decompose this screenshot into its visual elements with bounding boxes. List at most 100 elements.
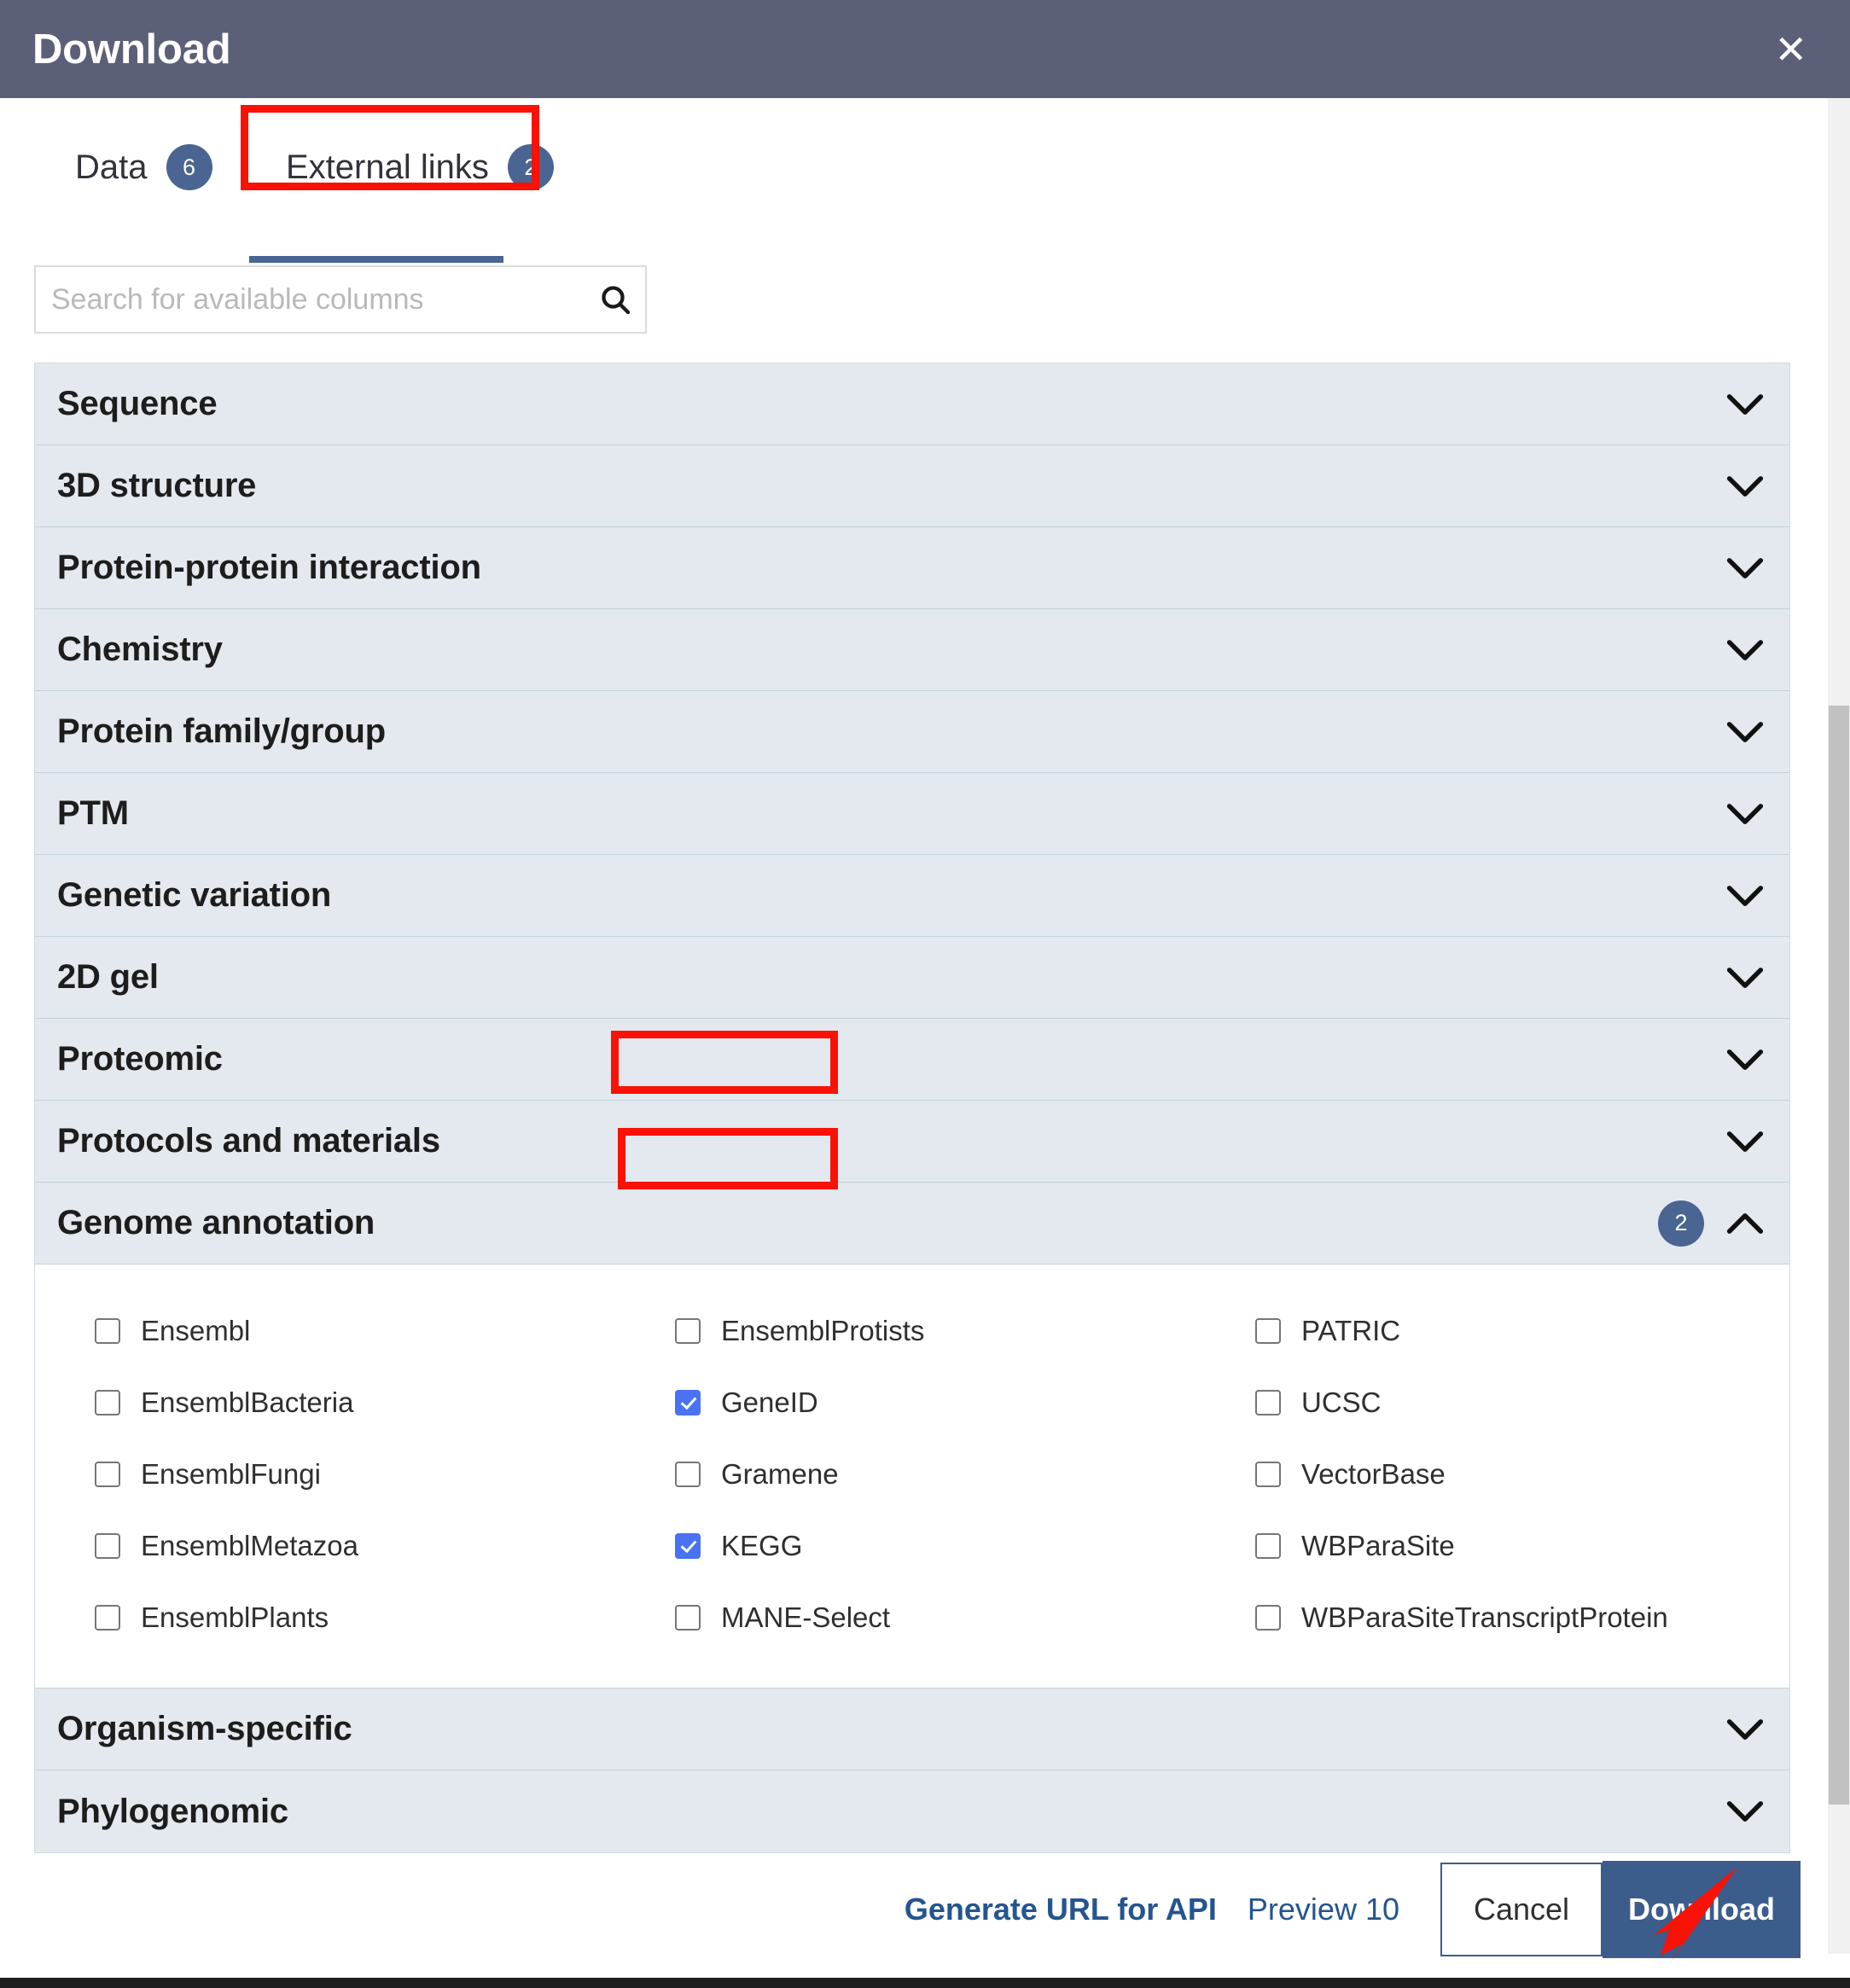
search-icon[interactable] bbox=[585, 282, 645, 317]
checkbox-label: EnsemblPlants bbox=[141, 1601, 329, 1633]
checkbox-ensemblfungi[interactable]: EnsemblFungi bbox=[88, 1439, 668, 1510]
checkbox-box[interactable] bbox=[95, 1605, 120, 1631]
checkbox-box[interactable] bbox=[1255, 1533, 1281, 1559]
checkbox-wbparasitetranscriptprotein[interactable]: WBParaSiteTranscriptProtein bbox=[1248, 1582, 1789, 1654]
chevron-down-icon[interactable] bbox=[1726, 885, 1764, 907]
checkbox-box[interactable] bbox=[675, 1390, 701, 1415]
download-button[interactable]: Download bbox=[1603, 1861, 1801, 1958]
checkbox-ensemblprotists[interactable]: EnsemblProtists bbox=[668, 1295, 1248, 1367]
chevron-down-icon[interactable] bbox=[1726, 557, 1764, 579]
checkbox-label: EnsemblFungi bbox=[141, 1458, 321, 1490]
genome-annotation-options-grid: Ensembl EnsemblProtists PATRIC EnsemblBa… bbox=[35, 1295, 1789, 1654]
checkbox-wbparasite[interactable]: WBParaSite bbox=[1248, 1510, 1789, 1582]
chevron-up-icon[interactable] bbox=[1726, 1212, 1764, 1235]
checkbox-box[interactable] bbox=[95, 1462, 120, 1487]
section-header-3d-structure[interactable]: 3D structure bbox=[35, 445, 1789, 527]
section-controls bbox=[1726, 557, 1764, 579]
tab-data-label: Data bbox=[75, 148, 148, 186]
section-header-chemistry[interactable]: Chemistry bbox=[35, 609, 1789, 691]
checkbox-mane-select[interactable]: MANE-Select bbox=[668, 1582, 1248, 1654]
section-header-protein-protein-interaction[interactable]: Protein-protein interaction bbox=[35, 527, 1789, 609]
tab-external-links[interactable]: External links 2 bbox=[243, 117, 596, 218]
section-controls: 2 bbox=[1658, 1200, 1764, 1247]
tab-external-links-badge: 2 bbox=[507, 144, 554, 190]
section-header-protein-family-group[interactable]: Protein family/group bbox=[35, 691, 1789, 773]
checkbox-ensemblplants[interactable]: EnsemblPlants bbox=[88, 1582, 668, 1654]
section-controls bbox=[1726, 885, 1764, 907]
checkbox-box[interactable] bbox=[95, 1390, 120, 1415]
checkbox-box[interactable] bbox=[1255, 1462, 1281, 1487]
page-title: Download bbox=[32, 26, 231, 73]
scrollbar-track[interactable] bbox=[1828, 98, 1850, 1954]
cancel-button[interactable]: Cancel bbox=[1440, 1863, 1603, 1956]
section-title: Phylogenomic bbox=[57, 1792, 288, 1830]
checkbox-vectorbase[interactable]: VectorBase bbox=[1248, 1439, 1789, 1510]
chevron-down-icon[interactable] bbox=[1726, 967, 1764, 989]
section-header-ptm[interactable]: PTM bbox=[35, 773, 1789, 855]
tab-data[interactable]: Data 6 bbox=[70, 117, 218, 218]
preview-link[interactable]: Preview 10 bbox=[1248, 1892, 1399, 1927]
search-input[interactable] bbox=[36, 267, 585, 332]
checkbox-box[interactable] bbox=[675, 1318, 701, 1344]
section-controls bbox=[1726, 1131, 1764, 1153]
chevron-down-icon[interactable] bbox=[1726, 721, 1764, 743]
section-header-protocols-and-materials[interactable]: Protocols and materials bbox=[35, 1101, 1789, 1183]
section-header-2d-gel[interactable]: 2D gel bbox=[35, 937, 1789, 1019]
section-header-genetic-variation[interactable]: Genetic variation bbox=[35, 855, 1789, 937]
checkbox-label: EnsemblProtists bbox=[721, 1315, 925, 1346]
checkbox-label: EnsemblBacteria bbox=[141, 1386, 354, 1418]
checkbox-label: PATRIC bbox=[1301, 1315, 1401, 1346]
section-title: Genome annotation bbox=[57, 1204, 375, 1241]
checkbox-box[interactable] bbox=[675, 1533, 701, 1559]
checkbox-kegg[interactable]: KEGG bbox=[668, 1510, 1248, 1582]
checkbox-box[interactable] bbox=[675, 1605, 701, 1631]
tab-data-badge: 6 bbox=[166, 144, 212, 190]
section-controls bbox=[1726, 475, 1764, 497]
section-header-proteomic[interactable]: Proteomic bbox=[35, 1019, 1789, 1101]
chevron-down-icon[interactable] bbox=[1726, 1800, 1764, 1822]
section-controls bbox=[1726, 967, 1764, 989]
chevron-down-icon[interactable] bbox=[1726, 803, 1764, 825]
section-title: PTM bbox=[57, 794, 129, 832]
search-box[interactable] bbox=[34, 265, 647, 334]
close-icon[interactable]: ✕ bbox=[1766, 26, 1816, 73]
checkbox-label: WBParaSiteTranscriptProtein bbox=[1301, 1601, 1668, 1633]
checkbox-box[interactable] bbox=[675, 1462, 701, 1487]
checkbox-geneid[interactable]: GeneID bbox=[668, 1367, 1248, 1439]
section-title: Organism-specific bbox=[57, 1710, 352, 1747]
checkbox-label: Gramene bbox=[721, 1458, 839, 1490]
chevron-down-icon[interactable] bbox=[1726, 1131, 1764, 1153]
section-title: Genetic variation bbox=[57, 876, 332, 914]
checkbox-label: UCSC bbox=[1301, 1386, 1382, 1418]
checkbox-box[interactable] bbox=[1255, 1318, 1281, 1344]
section-header-genome-annotation[interactable]: Genome annotation 2 bbox=[35, 1183, 1789, 1264]
chevron-down-icon[interactable] bbox=[1726, 1049, 1764, 1071]
section-selected-count-badge: 2 bbox=[1658, 1200, 1704, 1247]
checkbox-patric[interactable]: PATRIC bbox=[1248, 1295, 1789, 1367]
chevron-down-icon[interactable] bbox=[1726, 639, 1764, 661]
checkbox-label: WBParaSite bbox=[1301, 1530, 1455, 1561]
checkbox-box[interactable] bbox=[95, 1318, 120, 1344]
checkbox-ensembl[interactable]: Ensembl bbox=[88, 1295, 668, 1367]
scrollbar-thumb[interactable] bbox=[1829, 706, 1849, 1805]
checkbox-label: GeneID bbox=[721, 1386, 818, 1418]
checkbox-ensemblbacteria[interactable]: EnsemblBacteria bbox=[88, 1367, 668, 1439]
checkbox-gramene[interactable]: Gramene bbox=[668, 1439, 1248, 1510]
checkbox-box[interactable] bbox=[1255, 1390, 1281, 1415]
checkbox-label: MANE-Select bbox=[721, 1601, 891, 1633]
checkbox-box[interactable] bbox=[1255, 1605, 1281, 1631]
checkbox-box[interactable] bbox=[95, 1533, 120, 1559]
generate-url-for-api-link[interactable]: Generate URL for API bbox=[905, 1892, 1217, 1927]
checkbox-ensemblmetazoa[interactable]: EnsemblMetazoa bbox=[88, 1510, 668, 1582]
dialog-title-bar: Download ✕ bbox=[0, 0, 1850, 98]
chevron-down-icon[interactable] bbox=[1726, 1718, 1764, 1741]
chevron-down-icon[interactable] bbox=[1726, 393, 1764, 416]
checkbox-label: EnsemblMetazoa bbox=[141, 1530, 358, 1561]
chevron-down-icon[interactable] bbox=[1726, 475, 1764, 497]
section-header-organism-specific[interactable]: Organism-specific bbox=[35, 1689, 1789, 1770]
checkbox-ucsc[interactable]: UCSC bbox=[1248, 1367, 1789, 1439]
section-header-sequence[interactable]: Sequence bbox=[35, 363, 1789, 445]
section-controls bbox=[1726, 393, 1764, 416]
section-header-phylogenomic[interactable]: Phylogenomic bbox=[35, 1770, 1789, 1852]
section-controls bbox=[1726, 721, 1764, 743]
